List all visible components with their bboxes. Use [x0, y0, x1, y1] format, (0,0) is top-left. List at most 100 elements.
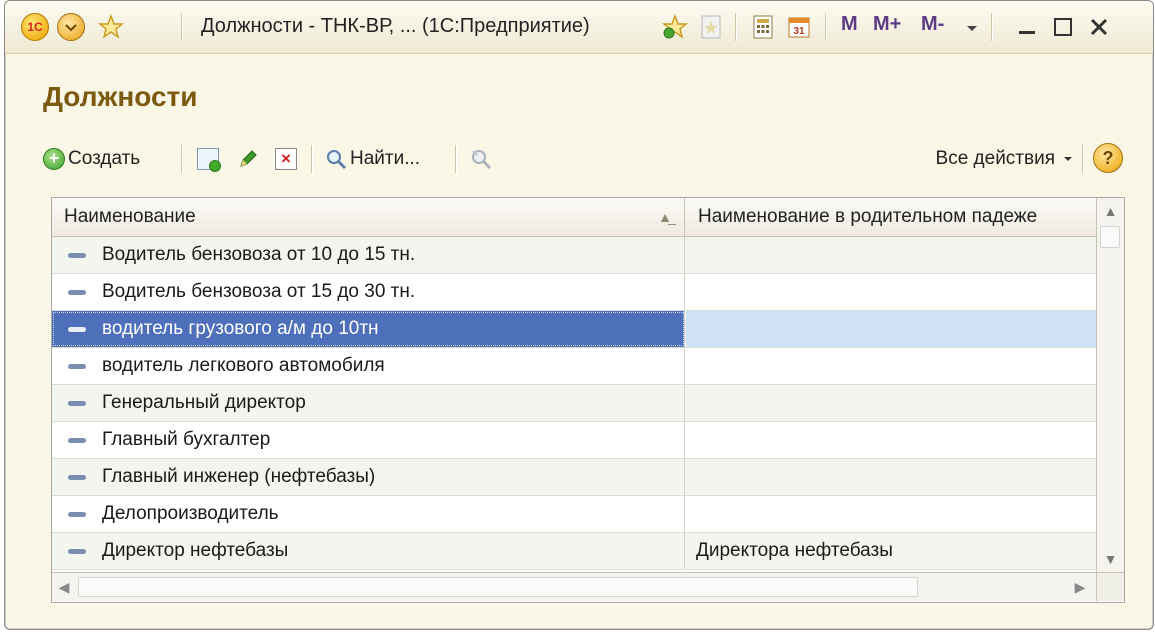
search-cancel-icon — [472, 150, 492, 170]
search-icon — [327, 150, 347, 170]
find-button[interactable]: Найти... — [325, 141, 420, 177]
main-menu-button[interactable] — [57, 13, 85, 41]
cell-text: Директора нефтебазы — [696, 540, 893, 561]
table-row[interactable]: Генеральный директор — [52, 385, 1096, 422]
sort-ascending-icon: ▲̲ — [658, 209, 672, 225]
minimize-icon[interactable] — [1013, 13, 1041, 41]
cell-text: водитель легкового автомобиля — [102, 355, 385, 376]
create-label: Создать — [68, 148, 141, 169]
all-actions-button[interactable]: Все действия — [936, 141, 1075, 177]
scroll-left-icon[interactable]: ◀ — [52, 573, 76, 601]
cell-genitive[interactable] — [686, 237, 1096, 273]
cell-text: Водитель бензовоза от 10 до 15 тн. — [102, 244, 416, 265]
cell-text: Главный бухгалтер — [102, 429, 271, 450]
title-separator — [735, 13, 736, 41]
column-header-label: Наименование — [64, 206, 196, 227]
cell-name[interactable]: Главный бухгалтер — [52, 422, 685, 458]
cell-genitive[interactable] — [686, 348, 1096, 384]
cell-genitive[interactable] — [686, 459, 1096, 495]
item-icon — [68, 549, 86, 554]
copy-icon — [197, 148, 221, 172]
table-row[interactable]: Водитель бензовоза от 15 до 30 тн. — [52, 274, 1096, 311]
table-row[interactable]: Директор нефтебазы Директора нефтебазы — [52, 533, 1096, 570]
cell-text: Главный инженер (нефтебазы) — [102, 466, 376, 487]
1c-logo-icon[interactable]: 1С — [21, 13, 49, 41]
table-row[interactable]: Главный инженер (нефтебазы) — [52, 459, 1096, 496]
dropdown-arrow-icon[interactable] — [965, 21, 979, 35]
cell-name[interactable]: Водитель бензовоза от 15 до 30 тн. — [52, 274, 685, 310]
scroll-up-icon[interactable]: ▲ — [1097, 200, 1124, 222]
page-title: Должности — [43, 81, 198, 112]
chevron-down-icon — [65, 24, 77, 32]
pencil-icon — [240, 150, 257, 167]
copy-button[interactable] — [197, 141, 222, 177]
form-toolbar: + Создать × Найти... Все действия ? — [43, 141, 1123, 179]
cell-name[interactable]: водитель грузового а/м до 10тн — [52, 311, 685, 347]
toolbar-separator — [181, 145, 182, 173]
horizontal-scroll-thumb[interactable] — [78, 577, 918, 597]
vertical-scroll-thumb[interactable] — [1100, 226, 1120, 248]
table-row[interactable]: Делопроизводитель — [52, 496, 1096, 533]
item-icon — [68, 475, 86, 480]
favorites-add-icon[interactable] — [661, 13, 689, 41]
toolbar-separator — [311, 145, 312, 173]
cell-name[interactable]: Главный инженер (нефтебазы) — [52, 459, 685, 495]
column-header-genitive[interactable]: Наименование в родительном падеже — [686, 198, 1096, 236]
horizontal-scrollbar[interactable]: ◀ ▶ — [52, 572, 1096, 601]
item-icon — [68, 253, 86, 258]
title-bar: 1С Должности - ТНК-ВР, ... (1С:Предприят… — [5, 1, 1153, 54]
item-icon — [68, 290, 86, 295]
table-body: Водитель бензовоза от 10 до 15 тн. Водит… — [52, 237, 1096, 572]
toolbar-separator — [1082, 145, 1083, 173]
item-icon — [68, 512, 86, 517]
find-label: Найти... — [350, 148, 421, 169]
item-icon — [68, 327, 86, 332]
cell-name[interactable]: Делопроизводитель — [52, 496, 685, 532]
memory-subtract-button[interactable]: M- — [921, 13, 944, 36]
item-icon — [68, 401, 86, 406]
cell-genitive[interactable]: Директора нефтебазы — [686, 533, 1096, 569]
scroll-down-icon[interactable]: ▼ — [1097, 548, 1124, 570]
calendar-icon[interactable]: 31 — [785, 13, 813, 41]
title-separator — [181, 13, 182, 41]
app-window: 1С Должности - ТНК-ВР, ... (1С:Предприят… — [4, 0, 1154, 630]
positions-table[interactable]: Наименование ▲̲ Наименование в родительн… — [51, 197, 1125, 603]
favorite-star-icon[interactable] — [97, 13, 125, 41]
cell-genitive[interactable] — [686, 422, 1096, 458]
memory-store-button[interactable]: M — [841, 13, 858, 36]
delete-icon: × — [275, 148, 297, 170]
table-header: Наименование ▲̲ Наименование в родительн… — [52, 198, 1096, 237]
column-header-label: Наименование в родительном падеже — [698, 206, 1038, 227]
column-header-name[interactable]: Наименование ▲̲ — [52, 198, 685, 236]
edit-button[interactable] — [237, 141, 259, 177]
table-row[interactable]: Водитель бензовоза от 10 до 15 тн. — [52, 237, 1096, 274]
maximize-icon[interactable] — [1049, 13, 1077, 41]
cell-name[interactable]: Директор нефтебазы — [52, 533, 685, 569]
create-button[interactable]: + Создать — [43, 141, 140, 177]
cell-genitive[interactable] — [686, 311, 1096, 347]
table-row[interactable]: Главный бухгалтер — [52, 422, 1096, 459]
scroll-right-icon[interactable]: ▶ — [1068, 573, 1092, 601]
close-icon[interactable] — [1085, 13, 1113, 41]
memory-add-button[interactable]: M+ — [873, 13, 901, 36]
cell-genitive[interactable] — [686, 496, 1096, 532]
cell-name[interactable]: Водитель бензовоза от 10 до 15 тн. — [52, 237, 685, 273]
all-actions-label: Все действия — [935, 148, 1055, 169]
table-row[interactable]: водитель легкового автомобиля — [52, 348, 1096, 385]
plus-icon: + — [43, 148, 65, 170]
calculator-icon[interactable] — [749, 13, 777, 41]
help-button[interactable]: ? — [1093, 143, 1123, 173]
cell-genitive[interactable] — [686, 274, 1096, 310]
table-row-selected[interactable]: водитель грузового а/м до 10тн — [52, 311, 1096, 348]
cell-genitive[interactable] — [686, 385, 1096, 421]
toolbar-separator — [455, 145, 456, 173]
history-icon[interactable] — [697, 13, 725, 41]
cancel-search-button[interactable] — [469, 141, 493, 177]
delete-button[interactable]: × — [275, 141, 300, 177]
cell-name[interactable]: водитель легкового автомобиля — [52, 348, 685, 384]
vertical-scrollbar[interactable]: ▲ ▼ — [1096, 198, 1124, 572]
cell-name[interactable]: Генеральный директор — [52, 385, 685, 421]
title-separator — [825, 13, 826, 41]
scrollbar-corner — [1096, 572, 1124, 601]
cell-text: Директор нефтебазы — [102, 540, 289, 561]
